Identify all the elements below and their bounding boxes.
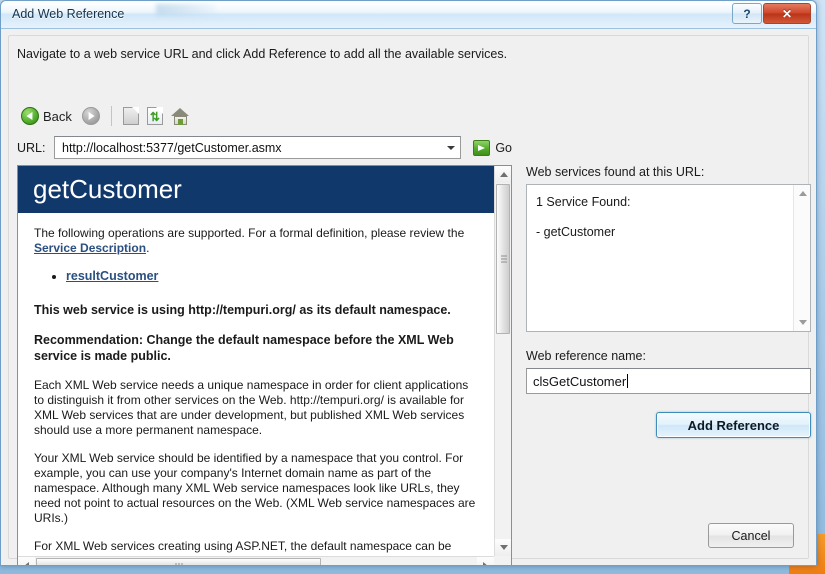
url-combobox[interactable]: http://localhost:5377/getCustomer.asmx xyxy=(54,136,462,159)
services-scroll-down-button[interactable] xyxy=(794,314,810,331)
refresh-icon: ⇅ xyxy=(146,107,163,125)
scroll-up-button[interactable] xyxy=(495,166,511,183)
scrollbar-corner xyxy=(494,556,511,565)
service-description-link[interactable]: Service Description xyxy=(34,241,146,255)
window-title: Add Web Reference xyxy=(12,7,125,21)
title-bar: Add Web Reference ? ✕ xyxy=(1,1,816,29)
service-list-item[interactable]: - getCustomer xyxy=(536,223,784,241)
service-body: The following operations are supported. … xyxy=(18,213,494,554)
url-dropdown-button[interactable] xyxy=(442,137,461,158)
services-scroll-up-button[interactable] xyxy=(794,185,810,202)
url-row: URL: http://localhost:5377/getCustomer.a… xyxy=(17,136,512,159)
dialog-content-panel: Navigate to a web service URL and click … xyxy=(8,35,811,565)
right-column: Web services found at this URL: 1 Servic… xyxy=(526,165,811,438)
go-arrow-icon xyxy=(473,139,491,156)
home-button[interactable] xyxy=(167,103,194,129)
go-button-label: Go xyxy=(495,140,512,155)
operations-list: resultCustomer xyxy=(34,269,478,284)
service-title: getCustomer xyxy=(33,174,182,204)
stop-button[interactable] xyxy=(119,103,143,129)
cancel-button[interactable]: Cancel xyxy=(708,523,794,548)
preview-horizontal-scrollbar[interactable] xyxy=(18,556,494,565)
web-reference-name-label: Web reference name: xyxy=(526,349,646,363)
operation-link[interactable]: resultCustomer xyxy=(66,269,158,283)
namespace-paragraph-3: For XML Web services creating using ASP.… xyxy=(34,539,452,553)
namespace-paragraph-2: Your XML Web service should be identifie… xyxy=(34,451,476,525)
operations-intro-suffix: . xyxy=(146,241,150,255)
web-reference-name-input[interactable]: clsGetCustomer xyxy=(526,368,811,394)
services-found-label: Web services found at this URL: xyxy=(526,165,705,179)
scroll-left-button[interactable] xyxy=(18,557,35,565)
toolbar-separator xyxy=(110,106,112,126)
go-button[interactable]: Go xyxy=(473,139,512,156)
navigation-toolbar: Back ⇅ xyxy=(17,101,194,131)
home-icon xyxy=(170,107,190,125)
namespace-paragraph-1: Each XML Web service needs a unique name… xyxy=(34,378,469,437)
add-reference-button[interactable]: Add Reference xyxy=(656,412,811,438)
services-vertical-scrollbar[interactable] xyxy=(793,185,810,331)
window-controls: ? ✕ xyxy=(731,3,811,24)
refresh-button[interactable]: ⇅ xyxy=(143,103,167,129)
services-count-text: 1 Service Found: xyxy=(536,195,631,209)
help-button[interactable]: ? xyxy=(732,3,762,24)
operations-intro-prefix: The following operations are supported. … xyxy=(34,226,465,240)
web-reference-name-value: clsGetCustomer xyxy=(533,373,627,389)
scroll-down-button[interactable] xyxy=(495,539,511,556)
services-list-content: 1 Service Found: - getCustomer xyxy=(527,185,793,331)
operations-intro: The following operations are supported. … xyxy=(34,226,478,256)
title-bar-blur-artifact xyxy=(156,4,216,16)
namespace-notice: This web service is using http://tempuri… xyxy=(34,303,451,317)
back-button[interactable]: Back xyxy=(17,103,78,129)
back-arrow-icon xyxy=(21,107,39,125)
close-button[interactable]: ✕ xyxy=(763,3,811,24)
vertical-scroll-thumb[interactable] xyxy=(496,184,510,334)
forward-button[interactable] xyxy=(78,103,104,129)
back-button-label: Back xyxy=(43,108,72,124)
web-preview-viewport[interactable]: getCustomer The following operations are… xyxy=(18,166,494,556)
url-label: URL: xyxy=(17,140,46,155)
instruction-text: Navigate to a web service URL and click … xyxy=(17,47,508,61)
preview-vertical-scrollbar[interactable] xyxy=(494,166,511,556)
service-banner: getCustomer xyxy=(18,166,494,213)
add-reference-row: Add Reference xyxy=(526,412,811,438)
namespace-recommendation: Recommendation: Change the default names… xyxy=(34,333,454,363)
url-input[interactable]: http://localhost:5377/getCustomer.asmx xyxy=(55,141,282,155)
dialog-client-area: Navigate to a web service URL and click … xyxy=(1,29,816,565)
operation-item: resultCustomer xyxy=(66,269,478,284)
text-cursor xyxy=(627,374,629,388)
chevron-down-icon xyxy=(447,145,456,150)
add-web-reference-dialog: Add Web Reference ? ✕ Navigate to a web … xyxy=(0,0,817,566)
scroll-right-button[interactable] xyxy=(477,557,494,565)
services-found-list[interactable]: 1 Service Found: - getCustomer xyxy=(526,184,811,332)
cancel-row: Cancel xyxy=(708,523,794,548)
stop-page-icon xyxy=(122,107,139,125)
forward-arrow-icon xyxy=(81,107,100,125)
horizontal-scroll-thumb[interactable] xyxy=(36,558,321,565)
screen: Add Web Reference ? ✕ Navigate to a web … xyxy=(0,0,825,574)
web-preview-pane: getCustomer The following operations are… xyxy=(17,165,512,565)
